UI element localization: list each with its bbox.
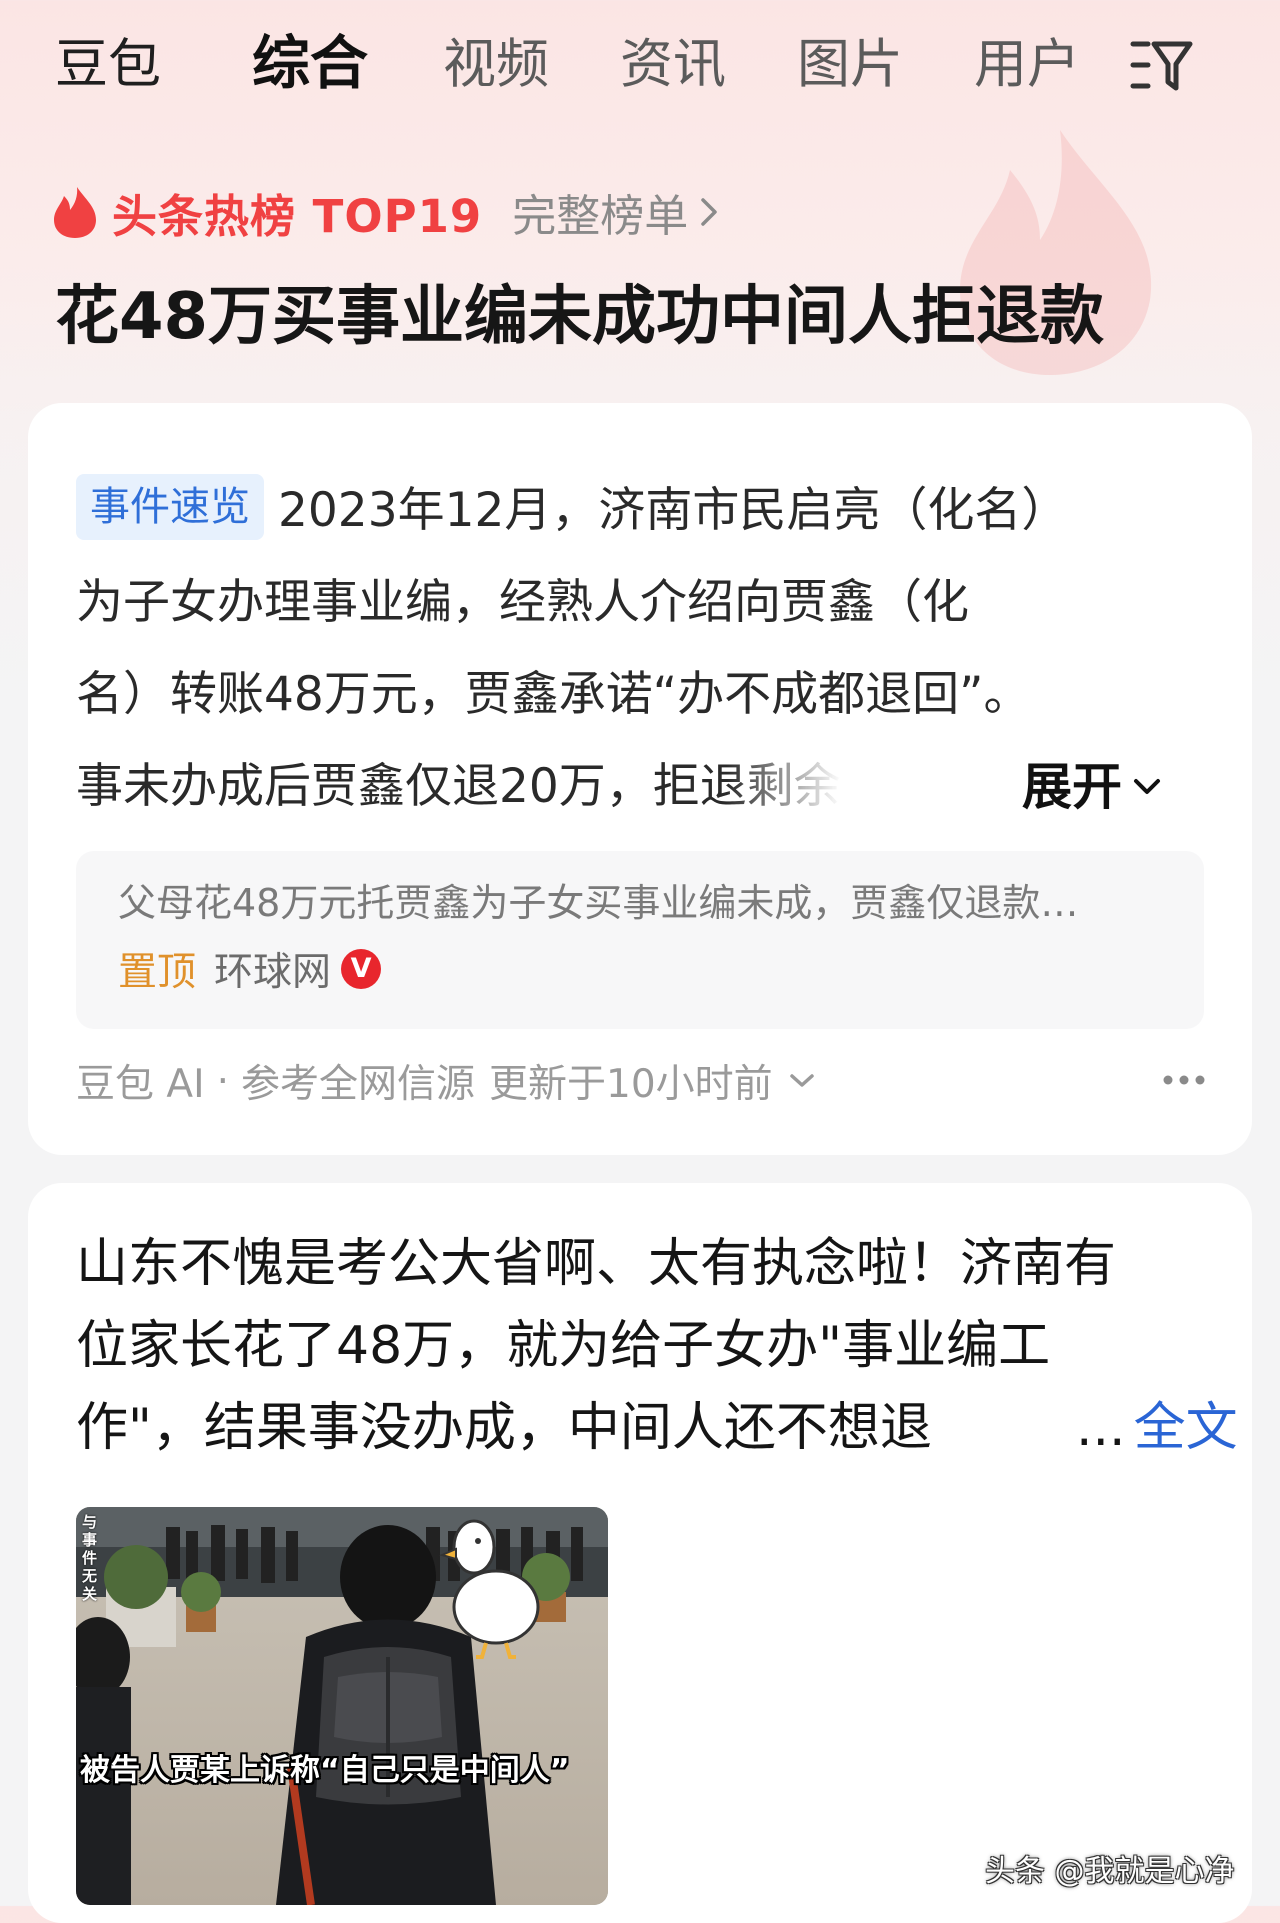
post-line: 山东不愧是考公大省啊、太有执念啦！济南有 [76,1234,1117,1294]
image-caption: 被告人贾某上诉称“自己只是中间人” [80,1753,570,1788]
full-text-label: 全文 [1133,1398,1238,1458]
reference-title: 父母花48万元托贾鑫为子女买事业编未成，贾鑫仅退款… [118,881,1079,925]
reference-meta: 置顶 环球网 V [118,941,382,997]
ai-label: 豆包 AI [76,1062,205,1107]
event-summary-text[interactable]: 事件速览 2023年12月，济南市民启亮（化名） 为子女办理事业编，经熟人介绍向贾… [76,465,1196,833]
tab-users[interactable]: 用户 [974,30,1080,100]
chevron-down-icon [789,1074,814,1087]
post-text[interactable]: 山东不愧是考公大省啊、太有执念啦！济南有 位家长花了48万，就为给子女办"事业编… [76,1223,1238,1469]
full-text-link[interactable]: ... 全文 [1076,1387,1238,1469]
more-options-icon[interactable] [1160,1065,1208,1095]
courtroom-photo [76,1507,608,1905]
hot-list-label[interactable]: 头条热榜 TOP19 [112,180,482,245]
filter-icon [1130,41,1193,91]
summary-line: 名）转账48万元，贾鑫承诺“办不成都退回”。 [76,667,1031,722]
pinned-label: 置顶 [118,950,197,995]
separator-dot: · [216,1058,229,1104]
summary-line: 2023年12月，济南市民启亮（化名） [278,483,1069,538]
event-summary-card: 事件速览 2023年12月，济南市民启亮（化名） 为子女办理事业编，经熟人介绍向贾… [28,403,1252,1155]
tab-comprehensive[interactable]: 综合 [252,28,368,98]
ai-source-footer[interactable]: 豆包 AI · 参考全网信源 更新于10小时前 [76,1051,815,1111]
tab-doubao[interactable]: 豆包 [55,30,161,100]
source-name: 环球网 [214,950,332,995]
image-disclaimer: 与事件无关 [82,1513,98,1603]
search-tab-bar: 豆包 综合 视频 资讯 图片 用户 [0,0,1280,130]
hot-headline[interactable]: 花48万买事业编未成功中间人拒退款 [55,272,1104,362]
ellipsis: ... [1076,1398,1126,1458]
full-list-label: 完整榜单 [512,191,689,242]
summary-line: 事未办成后贾鑫仅退20万，拒退剩余 [76,759,841,814]
sources-label: 参考全网信源 [241,1062,476,1107]
expand-button[interactable]: 展开 [1016,741,1162,833]
event-overview-tag: 事件速览 [76,474,264,540]
post-card[interactable]: 山东不愧是考公大省啊、太有执念啦！济南有 位家长花了48万，就为给子女办"事业编… [28,1183,1252,1923]
reference-article[interactable]: 父母花48万元托贾鑫为子女买事业编未成，贾鑫仅退款… 置顶 环球网 V [76,851,1204,1029]
filter-button[interactable] [1130,38,1194,94]
tab-news[interactable]: 资讯 [620,30,726,100]
expand-label: 展开 [1022,758,1122,816]
post-line: 作"，结果事没办成，中间人还不想退 [76,1398,932,1458]
flame-icon [54,187,96,238]
verified-badge-icon: V [341,949,382,989]
chevron-right-icon [701,198,717,226]
tab-video[interactable]: 视频 [443,30,549,100]
chevron-down-icon [1134,779,1160,794]
updated-time: 更新于10小时前 [489,1062,773,1107]
hot-list-row: 头条热榜 TOP19 完整榜单 [52,180,718,244]
full-list-link[interactable]: 完整榜单 [512,180,718,244]
post-image[interactable]: 与事件无关 被告人贾某上诉称“自己只是中间人” [76,1507,608,1905]
source-watermark: 头条 @我就是心净 [985,1854,1235,1889]
summary-line: 为子女办理事业编，经熟人介绍向贾鑫（化 [76,575,969,630]
tab-images[interactable]: 图片 [797,30,903,100]
post-line: 位家长花了48万，就为给子女办"事业编工 [76,1316,1051,1376]
